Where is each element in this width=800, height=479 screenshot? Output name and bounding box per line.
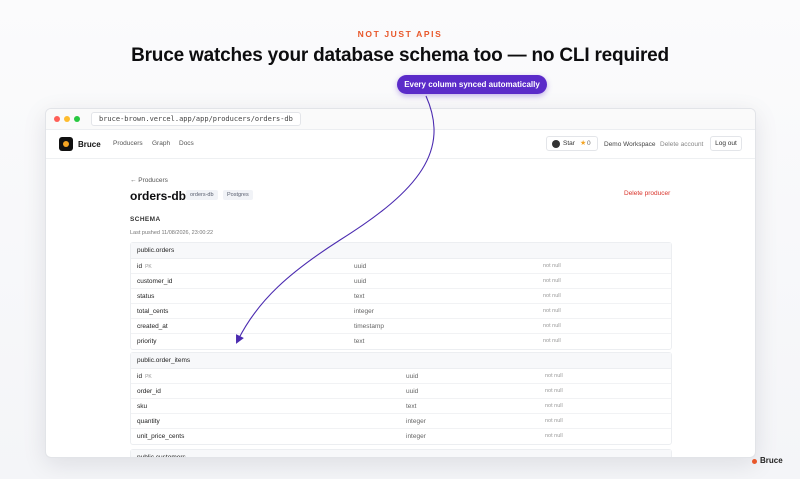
star-count: 0 xyxy=(587,140,591,147)
schema-heading: SCHEMA xyxy=(130,216,161,223)
column-name: id xyxy=(137,263,143,270)
star-icon: ★ xyxy=(580,140,587,147)
table-row: id PK uuid not null xyxy=(131,369,671,384)
pk-badge: PK xyxy=(145,264,152,270)
bruce-logo-icon[interactable] xyxy=(59,137,73,151)
column-name: total_cents xyxy=(137,308,169,315)
column-nullable: not null xyxy=(545,433,563,439)
column-name: order_id xyxy=(137,388,161,395)
column-nullable: not null xyxy=(543,263,561,269)
maximize-dot-icon[interactable] xyxy=(74,116,80,122)
column-nullable: not null xyxy=(545,388,563,394)
headline: Bruce watches your database schema too —… xyxy=(131,45,669,66)
delete-account-link[interactable]: Delete account xyxy=(660,141,703,148)
minimize-dot-icon[interactable] xyxy=(64,116,70,122)
logout-button[interactable]: Log out xyxy=(710,136,742,151)
column-type: text xyxy=(354,293,365,300)
column-type: integer xyxy=(406,418,426,425)
brand-name[interactable]: Bruce xyxy=(78,140,101,149)
column-nullable: not null xyxy=(545,373,563,379)
column-name: status xyxy=(137,293,155,300)
browser-window: bruce-brown.vercel.app/app/producers/ord… xyxy=(45,108,756,458)
tag-db-name: orders-db xyxy=(186,190,218,200)
table-row: sku text not null xyxy=(131,399,671,414)
delete-producer-button[interactable]: Delete producer xyxy=(624,190,670,197)
annotation-pill: Every column synced automatically xyxy=(397,75,547,94)
tag-engine: Postgres xyxy=(223,190,253,200)
table-row: priority text not null xyxy=(131,334,671,349)
column-nullable: not null xyxy=(543,308,561,314)
table-row: id PK uuid not null xyxy=(131,259,671,274)
footer-brand-dot-icon xyxy=(752,459,757,464)
column-type: text xyxy=(354,338,365,345)
column-type: text xyxy=(406,403,417,410)
column-nullable: not null xyxy=(543,293,561,299)
column-nullable: not null xyxy=(543,278,561,284)
nav-link-docs[interactable]: Docs xyxy=(179,140,194,147)
footer-brand: Bruce xyxy=(760,456,783,465)
column-type: integer xyxy=(406,433,426,440)
address-bar[interactable]: bruce-brown.vercel.app/app/producers/ord… xyxy=(91,112,301,126)
github-icon xyxy=(552,140,560,148)
nav-link-producers[interactable]: Producers xyxy=(113,140,143,147)
table-row: created_at timestamp not null xyxy=(131,319,671,334)
schema-table-orders: public.orders id PK uuid not null custome… xyxy=(130,242,672,350)
schema-table-order-items: public.order_items id PK uuid not null or… xyxy=(130,352,672,445)
column-type: uuid xyxy=(354,278,367,285)
table-name: public.orders xyxy=(131,243,671,259)
close-dot-icon[interactable] xyxy=(54,116,60,122)
table-row: order_id uuid not null xyxy=(131,384,671,399)
table-name: public.customers xyxy=(131,450,671,457)
column-name: priority xyxy=(137,338,157,345)
pk-badge: PK xyxy=(145,374,152,380)
column-type: uuid xyxy=(406,373,419,380)
column-type: timestamp xyxy=(354,323,384,330)
column-nullable: not null xyxy=(545,403,563,409)
table-row: total_cents integer not null xyxy=(131,304,671,319)
browser-chrome: bruce-brown.vercel.app/app/producers/ord… xyxy=(46,109,755,130)
column-name: created_at xyxy=(137,323,168,330)
column-nullable: not null xyxy=(543,338,561,344)
table-row: status text not null xyxy=(131,289,671,304)
table-row: unit_price_cents integer not null xyxy=(131,429,671,444)
eyebrow-label: NOT JUST APIS xyxy=(357,29,443,39)
workspace-name[interactable]: Demo Workspace xyxy=(604,141,656,148)
nav-link-graph[interactable]: Graph xyxy=(152,140,170,147)
column-type: uuid xyxy=(354,263,367,270)
last-pushed-timestamp: Last pushed 11/08/2026, 23:00:22 xyxy=(130,230,214,236)
column-name: customer_id xyxy=(137,278,173,285)
column-nullable: not null xyxy=(545,418,563,424)
github-star-button[interactable]: Star ★ 0 xyxy=(546,136,598,151)
column-name: id xyxy=(137,373,143,380)
table-name: public.order_items xyxy=(131,353,671,369)
column-nullable: not null xyxy=(543,323,561,329)
schema-table-customers: public.customers xyxy=(130,449,672,457)
column-type: uuid xyxy=(406,388,419,395)
column-type: integer xyxy=(354,308,374,315)
star-label: Star xyxy=(563,140,575,147)
column-name: unit_price_cents xyxy=(137,433,185,440)
column-name: sku xyxy=(137,403,148,410)
back-to-producers-link[interactable]: ← Producers xyxy=(130,177,168,184)
table-row: customer_id uuid not null xyxy=(131,274,671,289)
column-name: quantity xyxy=(137,418,160,425)
app-navbar: Bruce Producers Graph Docs Star ★ 0 Demo… xyxy=(46,130,755,159)
page-title: orders-db xyxy=(130,189,187,203)
table-row: quantity integer not null xyxy=(131,414,671,429)
